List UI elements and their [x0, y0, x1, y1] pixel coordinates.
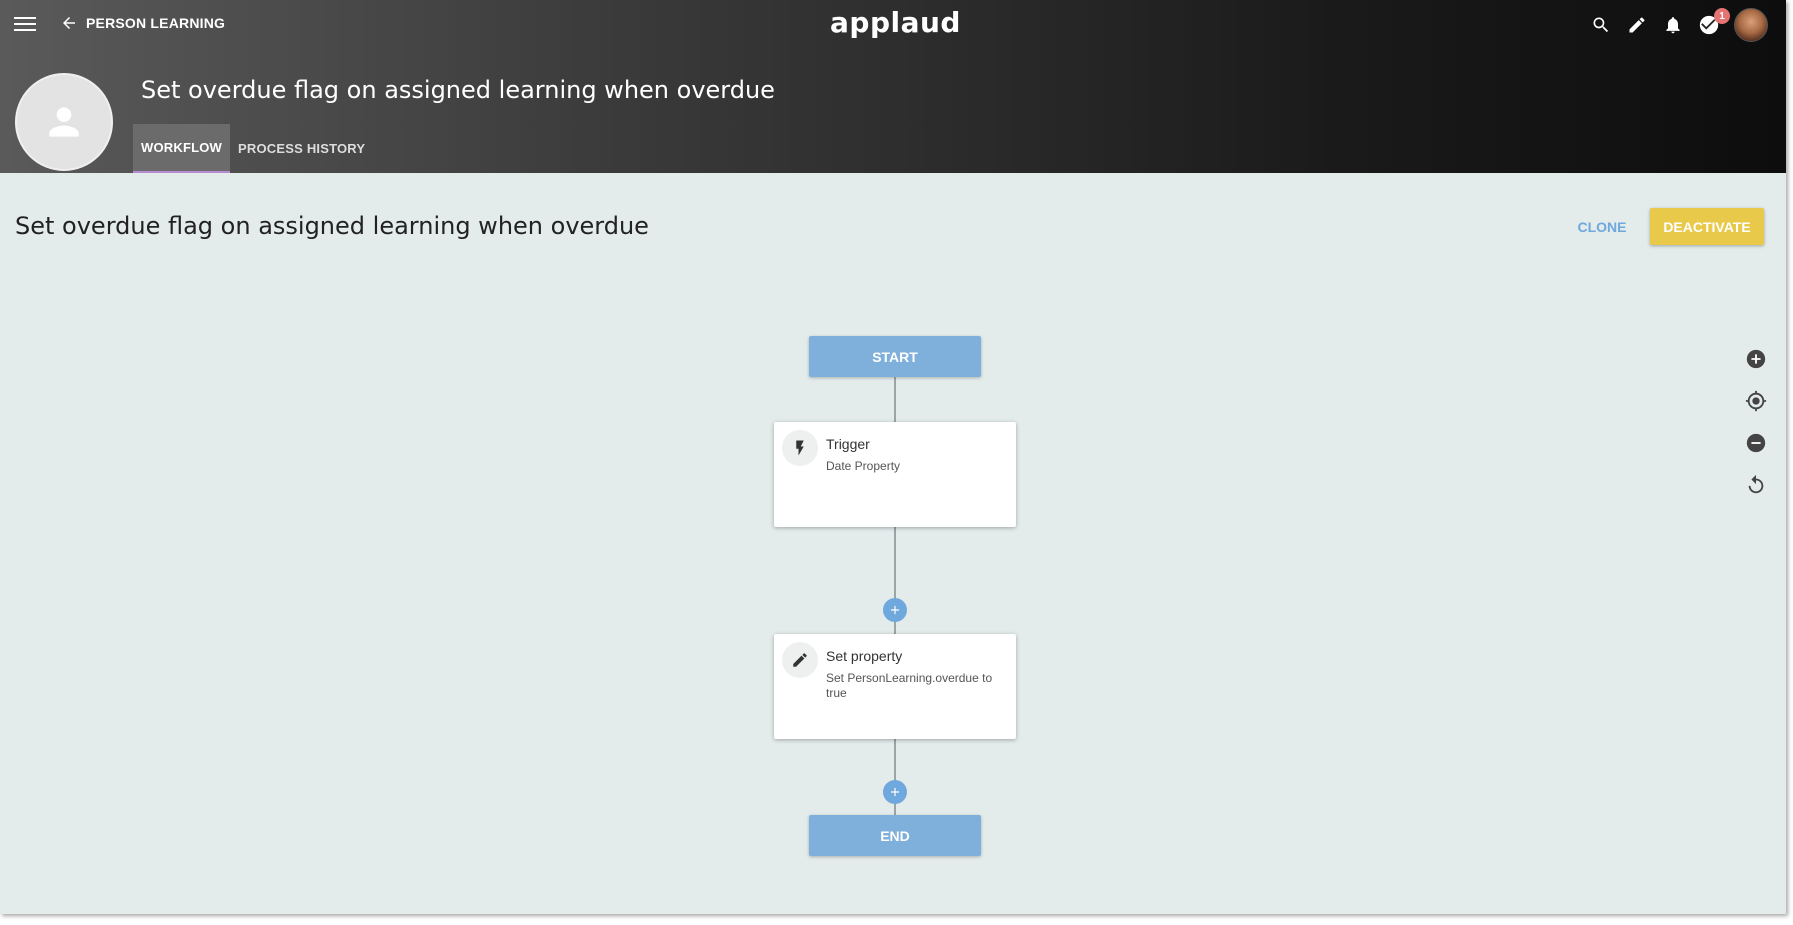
node-title: Trigger — [826, 436, 870, 452]
tab-process-history[interactable]: PROCESS HISTORY — [230, 124, 373, 173]
back-link-label: PERSON LEARNING — [86, 15, 226, 31]
app-window: PERSON LEARNING applaud 1 Set overdue fl… — [0, 0, 1786, 914]
back-link[interactable]: PERSON LEARNING — [60, 14, 225, 32]
tasks-button[interactable]: 1 — [1698, 8, 1730, 36]
recenter-icon[interactable] — [1745, 390, 1767, 412]
zoom-out-icon[interactable] — [1745, 432, 1767, 454]
clone-button[interactable]: CLONE — [1568, 212, 1636, 242]
node-title: Set property — [826, 648, 903, 664]
tab-bar: WORKFLOW PROCESS HISTORY — [133, 124, 373, 173]
tab-workflow[interactable]: WORKFLOW — [133, 124, 231, 173]
header: PERSON LEARNING applaud 1 Set overdue fl… — [0, 0, 1786, 173]
notification-badge: 1 — [1714, 8, 1730, 24]
node-subtitle: Set PersonLearning.overdue to true — [826, 671, 993, 700]
lightning-icon — [782, 430, 818, 466]
flow-connector — [894, 376, 896, 422]
trigger-node[interactable]: Trigger Date Property — [774, 422, 1016, 527]
pencil-icon — [782, 642, 818, 678]
end-node[interactable]: END — [809, 815, 981, 856]
header-title: Set overdue flag on assigned learning wh… — [141, 76, 775, 104]
reset-icon[interactable] — [1745, 474, 1767, 496]
node-subtitle: Date Property — [826, 459, 901, 473]
pencil-icon[interactable] — [1626, 14, 1648, 36]
page-title: Set overdue flag on assigned learning wh… — [15, 212, 649, 240]
person-icon — [49, 107, 79, 137]
top-bar: PERSON LEARNING applaud 1 — [0, 0, 1786, 48]
menu-icon[interactable] — [14, 14, 36, 34]
search-icon[interactable] — [1590, 14, 1612, 36]
arrow-back-icon — [63, 17, 75, 29]
zoom-controls — [1745, 348, 1767, 496]
plus-icon — [890, 787, 900, 797]
process-avatar — [15, 73, 113, 171]
add-step-button[interactable] — [883, 598, 907, 622]
start-node[interactable]: START — [809, 336, 981, 377]
zoom-in-icon[interactable] — [1745, 348, 1767, 370]
bell-icon[interactable] — [1662, 14, 1684, 36]
add-step-button[interactable] — [883, 780, 907, 804]
app-logo[interactable]: applaud — [830, 6, 961, 39]
plus-icon — [890, 605, 900, 615]
set-property-node[interactable]: Set property Set PersonLearning.overdue … — [774, 634, 1016, 739]
deactivate-button[interactable]: DEACTIVATE — [1650, 208, 1764, 245]
user-avatar[interactable] — [1734, 8, 1768, 42]
top-actions: 1 — [1590, 8, 1768, 42]
